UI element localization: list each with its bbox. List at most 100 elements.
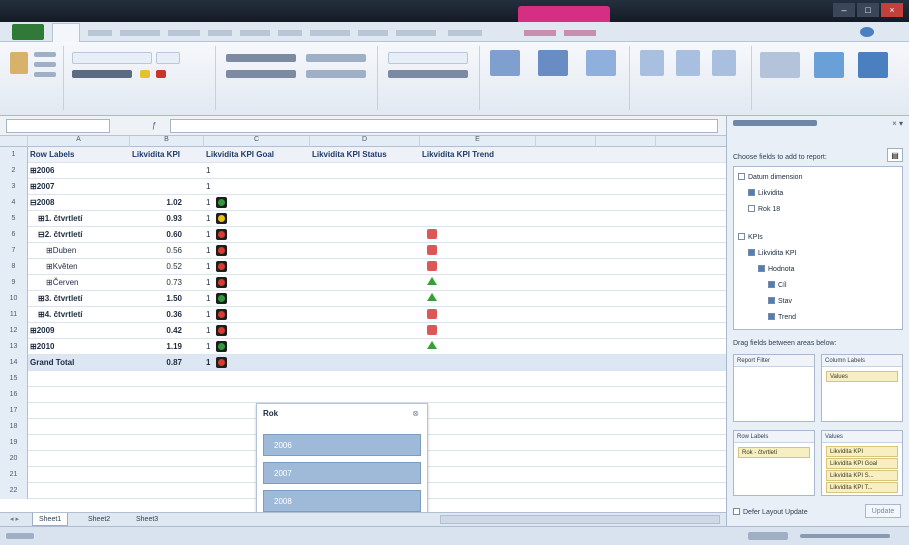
row-label[interactable]: Grand Total xyxy=(30,355,128,371)
value-field-chip[interactable]: Likvidita KPI T... xyxy=(826,482,898,493)
kpi-goal-cell[interactable]: 1 xyxy=(206,163,306,179)
select-all-corner[interactable] xyxy=(0,136,28,147)
column-header-c[interactable]: C xyxy=(204,136,310,147)
sheet-tab-2[interactable]: Sheet2 xyxy=(82,513,116,526)
slicer-item[interactable]: 2008 xyxy=(263,490,421,512)
column-header-d[interactable]: D xyxy=(310,136,420,147)
column-labels-area[interactable]: Column Labels Values xyxy=(821,354,903,422)
row-label[interactable]: ⊞4. čtvrtletí xyxy=(38,307,136,323)
name-box[interactable] xyxy=(6,119,110,133)
value-field-chip[interactable]: Likvidita KPI Goal xyxy=(826,458,898,469)
row-number[interactable]: 12 xyxy=(0,323,28,339)
kpi-goal-cell[interactable]: Likvidita KPI Goal xyxy=(206,147,306,163)
value-field-chip[interactable]: Likvidita KPI S... xyxy=(826,470,898,481)
paste-icon[interactable] xyxy=(10,52,28,74)
font-family-select[interactable] xyxy=(72,52,152,64)
font-size-select[interactable] xyxy=(156,52,180,64)
merge-center-icon[interactable] xyxy=(306,70,366,78)
insert-cells-icon[interactable] xyxy=(640,50,664,76)
cut-icon[interactable] xyxy=(34,52,56,57)
row-number[interactable]: 4 xyxy=(0,195,28,211)
field-checkbox[interactable] xyxy=(768,281,775,288)
zoom-slider[interactable] xyxy=(800,534,890,538)
field-list[interactable]: Datum dimension Likvidita Rok 18 KPIs Likvid… xyxy=(733,166,903,330)
cell-styles-icon[interactable] xyxy=(586,50,616,76)
fx-icon[interactable]: ƒ xyxy=(152,119,166,133)
field-checkbox[interactable] xyxy=(748,205,755,212)
field-list-item[interactable]: Rok 18 xyxy=(748,205,780,213)
row-label[interactable]: ⊟2008 xyxy=(30,195,128,211)
wrap-text-icon[interactable] xyxy=(306,54,366,62)
row-number[interactable]: 5 xyxy=(0,211,28,227)
currency-icon[interactable] xyxy=(388,70,468,78)
format-cells-icon[interactable] xyxy=(712,50,736,76)
row-number[interactable]: 14 xyxy=(0,355,28,371)
minimize-icon[interactable]: – xyxy=(833,3,855,17)
row-number[interactable]: 18 xyxy=(0,419,28,435)
tab-view[interactable] xyxy=(278,30,302,36)
kpi-value-cell[interactable]: 0.73 xyxy=(132,275,182,291)
update-button[interactable]: Update xyxy=(865,504,901,518)
column-header-a[interactable]: A xyxy=(28,136,130,147)
tab-powerpivot[interactable] xyxy=(396,30,436,36)
tab-design[interactable] xyxy=(564,30,596,36)
column-header-f[interactable] xyxy=(536,136,596,147)
slicer-item[interactable]: 2006 xyxy=(263,434,421,456)
tab-home[interactable] xyxy=(52,23,80,42)
kpi-value-cell[interactable]: 0.36 xyxy=(132,307,182,323)
row-labels-area[interactable]: Row Labels Rok - čtvrtletí xyxy=(733,430,815,496)
tab-review[interactable] xyxy=(240,30,270,36)
kpi-value-cell[interactable]: 0.56 xyxy=(132,243,182,259)
field-checkbox[interactable] xyxy=(738,233,745,240)
row-label[interactable]: ⊞Červen xyxy=(46,275,144,291)
field-list-item[interactable]: Likvidita xyxy=(748,189,783,197)
row-number[interactable]: 13 xyxy=(0,339,28,355)
tab-file[interactable] xyxy=(12,24,44,40)
field-checkbox[interactable] xyxy=(738,173,745,180)
font-color-icon[interactable] xyxy=(156,70,166,78)
field-checkbox[interactable] xyxy=(758,265,765,272)
sheet-nav-icon[interactable]: ◂ ▸ xyxy=(4,513,25,526)
row-label[interactable]: ⊞2010 xyxy=(30,339,128,355)
tab-insert[interactable] xyxy=(88,30,112,36)
view-buttons[interactable] xyxy=(748,532,788,540)
formula-input[interactable] xyxy=(170,119,718,133)
column-header-b[interactable]: B xyxy=(130,136,204,147)
report-filter-area[interactable]: Report Filter xyxy=(733,354,815,422)
kpi-value-cell[interactable]: 0.93 xyxy=(132,211,182,227)
kpi-value-cell[interactable]: 0.60 xyxy=(132,227,182,243)
close-icon[interactable]: × ▾ xyxy=(892,119,903,128)
row-number[interactable]: 22 xyxy=(0,483,28,499)
field-list-item[interactable]: Trend xyxy=(768,313,796,321)
row-number[interactable]: 17 xyxy=(0,403,28,419)
row-number[interactable]: 8 xyxy=(0,259,28,275)
delete-cells-icon[interactable] xyxy=(676,50,700,76)
horizontal-scrollbar[interactable] xyxy=(440,515,720,524)
field-checkbox[interactable] xyxy=(768,297,775,304)
maximize-icon[interactable]: □ xyxy=(857,3,879,17)
kpi-value-cell[interactable]: 1.50 xyxy=(132,291,182,307)
row-number[interactable]: 20 xyxy=(0,451,28,467)
row-label[interactable]: ⊞2009 xyxy=(30,323,128,339)
align-left-icon[interactable] xyxy=(226,70,296,78)
tab-formulas[interactable] xyxy=(168,30,200,36)
row-label[interactable]: ⊞Duben xyxy=(46,243,144,259)
field-list-item[interactable]: Likvidita KPI xyxy=(748,249,797,257)
field-checkbox[interactable] xyxy=(748,189,755,196)
field-checkbox[interactable] xyxy=(748,249,755,256)
value-field-chip[interactable]: Likvidita KPI xyxy=(826,446,898,457)
row-number[interactable]: 3 xyxy=(0,179,28,195)
kpi-value-cell[interactable]: 0.42 xyxy=(132,323,182,339)
conditional-formatting-icon[interactable] xyxy=(490,50,520,76)
kpi-value-cell[interactable]: 0.87 xyxy=(132,355,182,371)
format-painter-icon[interactable] xyxy=(34,72,56,77)
row-number[interactable]: 15 xyxy=(0,371,28,387)
row-number[interactable]: 21 xyxy=(0,467,28,483)
row-label[interactable]: ⊞2006 xyxy=(30,163,128,179)
kpi-trend-header[interactable]: Likvidita KPI Trend xyxy=(422,147,534,163)
tab-developer[interactable] xyxy=(310,30,350,36)
column-header-h[interactable] xyxy=(656,136,726,147)
tab-data[interactable] xyxy=(208,30,232,36)
row-number[interactable]: 16 xyxy=(0,387,28,403)
autosum-icon[interactable] xyxy=(760,52,800,78)
